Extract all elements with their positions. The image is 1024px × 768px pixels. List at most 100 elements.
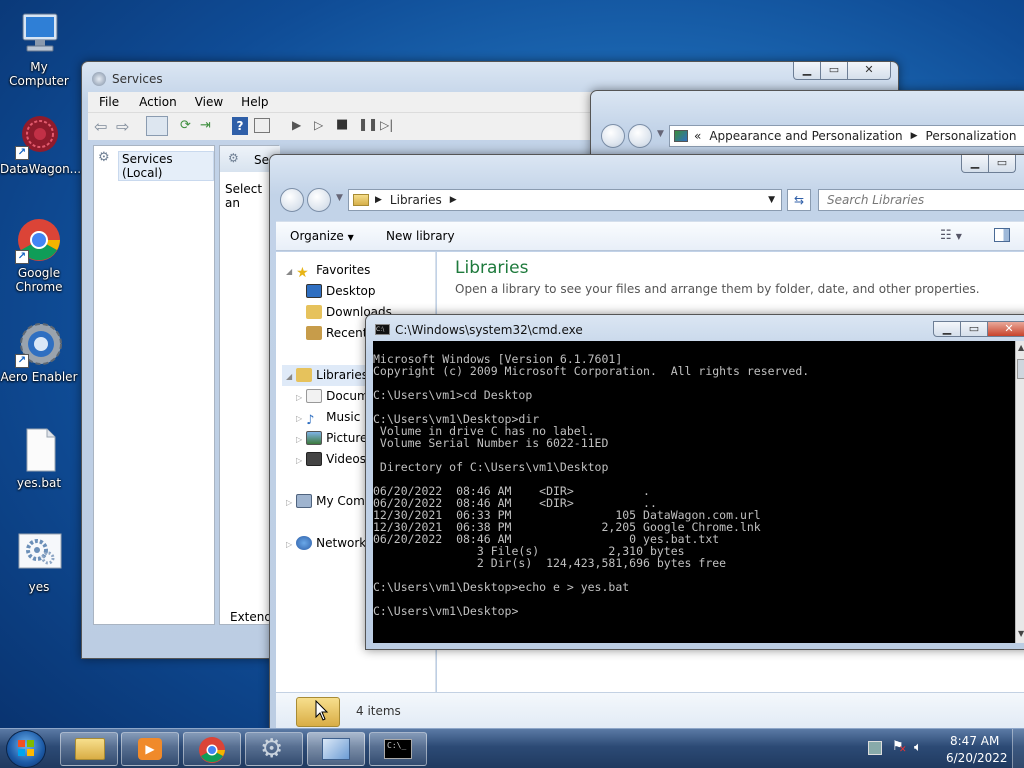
maximize-button[interactable]: ▭ <box>820 62 848 80</box>
back-arrow-icon[interactable]: ⇦ <box>94 117 107 136</box>
maximize-button[interactable]: ▭ <box>960 321 988 337</box>
star-icon: ★ <box>296 265 309 281</box>
tree-root-services-local[interactable]: Services (Local) <box>118 151 214 181</box>
personalization-address-bar[interactable]: « Appearance and Personalization ▶ Perso… <box>669 125 1024 147</box>
chevron-down-icon: ▼ <box>347 233 354 242</box>
console-line: 2 Dir(s) 124,423,581,696 bytes free <box>373 556 727 570</box>
refresh-button[interactable]: ⇆ <box>787 189 811 211</box>
taskbar-control-panel[interactable] <box>307 732 365 766</box>
menu-help[interactable]: Help <box>232 92 277 112</box>
gear-icon: ⚙ <box>228 151 239 165</box>
restart-service-icon[interactable]: ▷| <box>380 118 393 132</box>
help-icon[interactable]: ? <box>232 117 248 135</box>
desktop-icon-label: DataWagon... <box>0 162 82 176</box>
back-button[interactable] <box>280 188 304 212</box>
clock-date[interactable]: 6/20/2022 <box>946 751 1008 765</box>
stop-service-icon[interactable]: ■ <box>336 117 348 132</box>
scroll-up-icon[interactable]: ▲ <box>1018 343 1024 352</box>
nav-network[interactable]: ▷ Network <box>286 533 366 554</box>
show-desktop-button[interactable] <box>1012 729 1024 768</box>
scroll-down-icon[interactable]: ▼ <box>1018 629 1024 638</box>
nav-videos[interactable]: ▷ Videos <box>296 449 366 470</box>
desktop-icon-aero-enabler[interactable]: ↗ Aero Enabler <box>0 320 78 384</box>
desktop-icon-my-computer[interactable]: My Computer <box>0 10 78 88</box>
pause-service-icon[interactable]: ❚❚ <box>358 117 378 131</box>
nav-desktop[interactable]: Desktop <box>306 281 376 302</box>
menu-file[interactable]: File <box>88 92 130 112</box>
nav-music[interactable]: ▷ ♪ Music <box>296 407 360 428</box>
libraries-address-bar[interactable]: ▶ Libraries ▶ ▼ <box>348 189 782 211</box>
new-library-button[interactable]: New library <box>386 229 455 243</box>
page-title: Libraries <box>455 258 529 278</box>
back-button[interactable] <box>601 124 625 148</box>
nav-recent[interactable]: Recent <box>306 323 367 344</box>
maximize-button[interactable]: ▭ <box>988 155 1016 173</box>
taskbar-explorer[interactable] <box>60 732 118 766</box>
menu-view[interactable]: View <box>186 92 232 112</box>
nav-pictures[interactable]: ▷ Picture <box>296 428 367 449</box>
chevron-down-icon[interactable]: ▼ <box>336 193 343 203</box>
start-service-icon[interactable]: ▶ <box>292 118 301 132</box>
mouse-cursor-icon <box>315 700 329 721</box>
desktop-icon-chrome[interactable]: ↗ Google Chrome <box>0 216 78 294</box>
network-tray-icon[interactable] <box>868 741 882 755</box>
breadcrumb-appearance[interactable]: Appearance and Personalization <box>709 129 902 143</box>
nav-favorites[interactable]: ◢ ★ Favorites <box>286 260 370 281</box>
window-title: C:\Windows\system32\cmd.exe <box>395 323 583 337</box>
breadcrumb-overflow-icon: « <box>694 129 702 143</box>
volume-icon[interactable]: 🔈︎ <box>914 740 922 755</box>
control-panel-icon <box>674 130 688 142</box>
nav-computer[interactable]: ▷ My Com <box>286 491 365 512</box>
minimize-button[interactable]: ▁ <box>793 62 821 80</box>
taskbar-chrome[interactable] <box>183 732 241 766</box>
forward-arrow-icon[interactable]: ⇨ <box>116 117 129 136</box>
desktop-icon-datawagon[interactable]: ↗ DataWagon... <box>0 112 82 176</box>
forward-button[interactable] <box>628 124 652 148</box>
expand-arrow-icon: ◢ <box>286 372 293 381</box>
console-scrollbar[interactable]: ▲ ▼ <box>1015 341 1024 643</box>
chevron-down-icon[interactable]: ▼ <box>657 129 664 139</box>
desktop-icon-label: Google Chrome <box>15 266 63 294</box>
cmd-app-icon: C:\ <box>375 324 390 335</box>
export-list-icon[interactable]: ⇥ <box>200 118 211 133</box>
close-button[interactable]: ✕ <box>847 62 891 80</box>
batch-file-icon <box>15 426 63 474</box>
properties-icon[interactable] <box>254 118 270 133</box>
details-pane: 4 items <box>276 692 1024 730</box>
refresh-icon[interactable]: ⟳ <box>180 118 191 133</box>
menu-action[interactable]: Action <box>130 92 186 112</box>
recent-places-icon <box>306 326 322 340</box>
console-output: Microsoft Windows [Version 6.1.7601] Copy… <box>373 341 1013 641</box>
address-dropdown-icon[interactable]: ▼ <box>768 195 775 205</box>
start-button[interactable] <box>6 730 46 768</box>
pictures-icon <box>306 431 323 445</box>
services-app-icon <box>92 72 106 86</box>
search-box[interactable]: Search Libraries <box>818 189 1024 211</box>
computer-icon <box>296 494 313 508</box>
desktop-icon-yes-bat[interactable]: yes.bat <box>0 426 78 490</box>
scroll-thumb[interactable] <box>1017 359 1024 379</box>
breadcrumb-separator-icon: ▶ <box>449 195 457 205</box>
minimize-button[interactable]: ▁ <box>933 321 961 337</box>
view-options-icon[interactable]: ☷ ▼ <box>940 228 962 243</box>
clock-time[interactable]: 8:47 AM <box>950 734 999 748</box>
refresh-icon: ⇆ <box>793 193 805 207</box>
start-service-alt-icon[interactable]: ▷ <box>314 118 323 132</box>
libraries-folder-icon <box>353 194 369 206</box>
console-tree-icon[interactable] <box>146 116 168 136</box>
desktop-icon-yes[interactable]: yes <box>0 530 78 594</box>
taskbar-cmd[interactable]: C:\_ <box>369 732 427 766</box>
taskbar-media-player[interactable]: ▶ <box>121 732 179 766</box>
breadcrumb-personalization[interactable]: Personalization <box>926 129 1017 143</box>
action-center-flag-icon[interactable]: ⚑ ✕ <box>892 739 907 755</box>
organize-button[interactable]: Organize ▼ <box>290 229 354 243</box>
preview-pane-icon[interactable] <box>994 228 1010 242</box>
address-path[interactable]: Libraries <box>390 193 442 207</box>
nav-documents[interactable]: ▷ Docum <box>296 386 369 407</box>
desktop-icon-label: yes <box>28 580 50 594</box>
forward-button[interactable] <box>307 188 331 212</box>
close-button[interactable]: ✕ <box>987 321 1024 337</box>
page-subtitle: Open a library to see your files and arr… <box>455 282 980 296</box>
taskbar-services[interactable]: ⚙ <box>245 732 303 766</box>
minimize-button[interactable]: ▁ <box>961 155 989 173</box>
